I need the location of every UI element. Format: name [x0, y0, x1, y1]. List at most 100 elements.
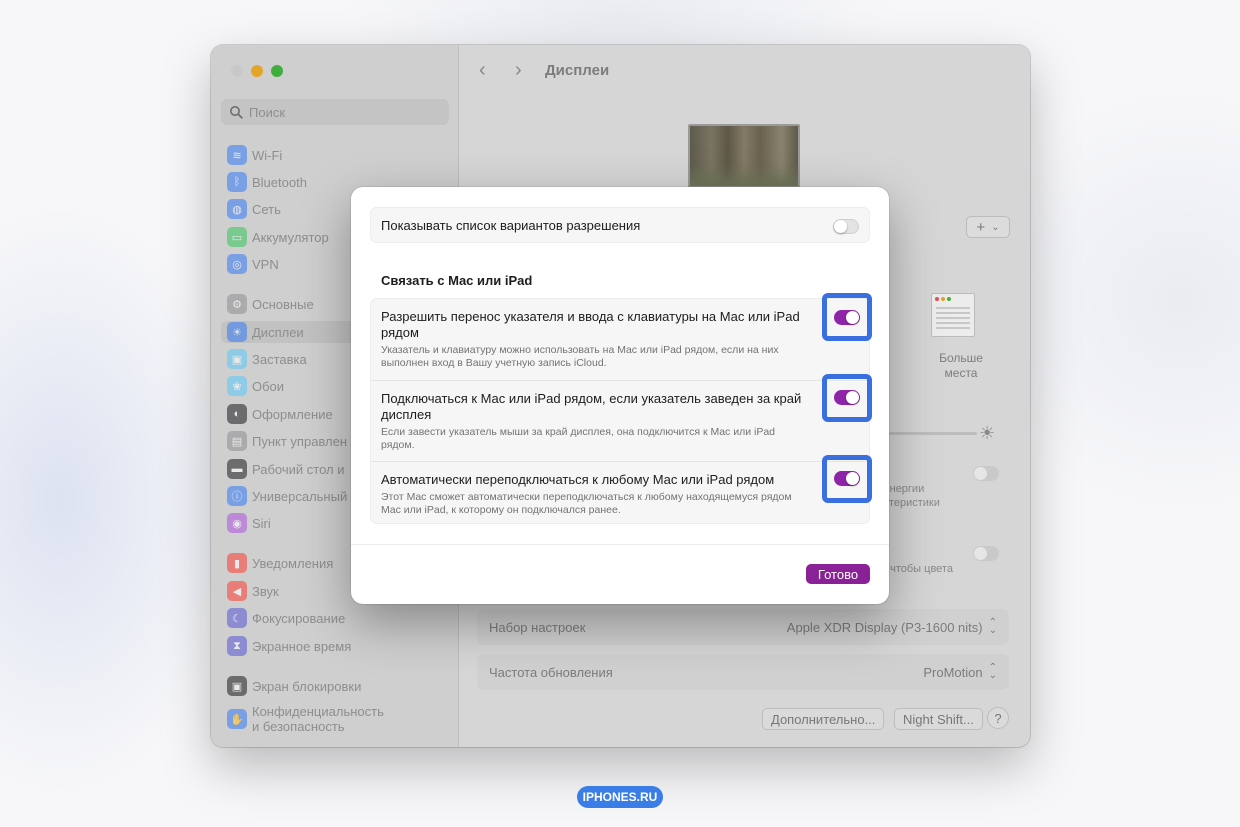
sidebar-item[interactable]: ◀ Звук	[227, 580, 279, 602]
sidebar-item[interactable]: ⚙ Основные	[227, 293, 314, 315]
back-icon[interactable]: ‹	[479, 59, 486, 82]
sidebar-item-label: Уведомления	[252, 555, 334, 571]
privacy-icon: ✋	[227, 709, 247, 729]
sidebar-item-label: Конфиденциальность и безопасность	[252, 704, 384, 734]
display-thumbnail[interactable]	[688, 124, 800, 188]
refresh-rate-label: Частота обновления	[489, 664, 613, 680]
option-title: Подключаться к Mac или iPad рядом, если …	[381, 391, 802, 422]
more-space-preview	[931, 293, 975, 337]
more-space-label: Больше места	[911, 351, 1011, 381]
show-resolutions-group: Показывать список вариантов разрешения	[370, 207, 870, 243]
preset-label: Набор настроек	[489, 619, 586, 635]
sidebar-item-label: Экран блокировки	[252, 678, 362, 694]
color-toggle[interactable]	[973, 546, 999, 561]
siri-icon: ◉	[227, 513, 247, 533]
sidebar-item-label: Bluetooth	[252, 174, 307, 190]
advanced-button[interactable]: Дополнительно...	[762, 708, 885, 730]
sidebar-item-label: Аккумулятор	[252, 229, 329, 245]
energy-partial-text: энергии ктеристики	[884, 482, 940, 510]
sidebar-item-label: Основные	[252, 296, 314, 312]
refresh-rate-select[interactable]: ProMotion ⌃ ⌄	[923, 662, 997, 681]
refresh-rate-value: ProMotion	[923, 664, 983, 680]
focus-icon: ☾	[227, 608, 247, 628]
highlight-frame	[822, 293, 872, 341]
sidebar-item-label: Рабочий стол и	[252, 461, 345, 477]
sidebar-item[interactable]: ⓘ Универсальный	[227, 485, 347, 507]
option-description: Указатель и клавиатуру можно использоват…	[381, 344, 779, 369]
preset-row[interactable]: Набор настроек Apple XDR Display (P3-160…	[477, 609, 1009, 645]
sidebar-item-label: Дисплеи	[252, 324, 304, 340]
wifi-icon: ≋	[227, 145, 247, 165]
close-button[interactable]	[231, 65, 243, 77]
sidebar-item-label: Оформление	[252, 406, 333, 422]
help-button[interactable]: ?	[987, 707, 1009, 729]
screensaver-icon: ▣	[227, 349, 247, 369]
refresh-rate-row[interactable]: Частота обновления ProMotion ⌃ ⌄	[477, 654, 1009, 690]
minimize-button[interactable]	[251, 65, 263, 77]
link-section-title: Связать с Mac или iPad	[381, 273, 533, 288]
show-resolutions-label: Показывать список вариантов разрешения	[381, 218, 641, 233]
energy-toggle[interactable]	[973, 466, 999, 481]
sidebar-item[interactable]: ◉ Siri	[227, 512, 271, 534]
sidebar-item-label: Универсальный	[252, 488, 348, 504]
search-input[interactable]: Поиск	[221, 99, 449, 125]
bluetooth-icon: ᛒ	[227, 172, 247, 192]
screen-time-icon: ⧗	[227, 636, 247, 656]
updown-chevron-icon: ⌃ ⌄	[988, 662, 997, 681]
option-row: Автоматически переподключаться к любому …	[371, 461, 869, 523]
highlight-frame	[822, 374, 872, 422]
brightness-icon: ☀	[979, 423, 996, 443]
option-title: Автоматически переподключаться к любому …	[381, 472, 775, 487]
forward-icon[interactable]: ›	[515, 59, 522, 82]
vpn-icon: ◎	[227, 254, 247, 274]
preset-select[interactable]: Apple XDR Display (P3-1600 nits) ⌃ ⌄	[787, 617, 997, 636]
brightness-slider[interactable]	[889, 432, 977, 435]
option-description: Этот Mac сможет автоматически переподклю…	[381, 491, 792, 516]
globe-icon: ◍	[227, 199, 247, 219]
more-space-label-line2: места	[944, 366, 978, 380]
sidebar-item[interactable]: ≋ Wi-Fi	[227, 144, 282, 166]
add-button-label: +	[976, 218, 986, 236]
more-space-option[interactable]: Больше места	[911, 275, 1011, 405]
control-center-icon: ▤	[227, 431, 247, 451]
sound-icon: ◀	[227, 581, 247, 601]
sidebar-item[interactable]: ▤ Пункт управлен	[227, 430, 347, 452]
sidebar-item[interactable]: ▮ Уведомления	[227, 552, 333, 574]
sidebar-item[interactable]: ✋ Конфиденциальность и безопасность	[227, 703, 384, 735]
sidebar-item[interactable]: ▬ Рабочий стол и	[227, 458, 344, 480]
battery-icon: ▭	[227, 227, 247, 247]
energy-text-line2: ктеристики	[884, 497, 940, 509]
display-options-dialog: Показывать список вариантов разрешения С…	[351, 187, 889, 604]
watermark-badge: IPHONES.RU	[577, 786, 663, 808]
sidebar-item-label: VPN	[252, 256, 279, 272]
sidebar-item-label: Сеть	[252, 201, 281, 217]
notifications-icon: ▮	[227, 553, 247, 573]
sidebar-item-label: Заставка	[252, 351, 307, 367]
sidebar-item[interactable]: ▣ Заставка	[227, 348, 307, 370]
maximize-button[interactable]	[271, 65, 283, 77]
chevron-down-icon: ⌄	[991, 221, 1000, 233]
sidebar-item-label: Фокусирование	[252, 610, 346, 626]
sidebar-item[interactable]: ⧗ Экранное время	[227, 635, 351, 657]
option-title: Разрешить перенос указателя и ввода с кл…	[381, 309, 800, 340]
sidebar-item[interactable]: ◐ Оформление	[227, 403, 333, 425]
sidebar-item[interactable]: ◎ VPN	[227, 253, 279, 275]
show-resolutions-toggle[interactable]	[833, 219, 859, 234]
search-icon	[230, 106, 243, 119]
option-description: Если завести указатель мыши за край дисп…	[381, 426, 776, 451]
sidebar-item[interactable]: ❀ Обои	[227, 375, 284, 397]
wallpaper-icon: ❀	[227, 376, 247, 396]
updown-chevron-icon: ⌃ ⌄	[988, 617, 997, 636]
add-display-button[interactable]: + ⌄	[966, 216, 1010, 238]
sidebar-item[interactable]: ▭ Аккумулятор	[227, 226, 329, 248]
sidebar-item[interactable]: ◍ Сеть	[227, 198, 281, 220]
sidebar-item[interactable]: ▣ Экран блокировки	[227, 675, 361, 697]
link-options-group: Разрешить перенос указателя и ввода с кл…	[370, 298, 870, 524]
done-button[interactable]: Готово	[806, 564, 870, 584]
option-row: Разрешить перенос указателя и ввода с кл…	[371, 299, 869, 380]
page-title: Дисплеи	[545, 62, 610, 79]
sidebar-item[interactable]: ᛒ Bluetooth	[227, 171, 307, 193]
sidebar-item[interactable]: ☾ Фокусирование	[227, 607, 345, 629]
night-shift-button[interactable]: Night Shift...	[894, 708, 983, 730]
window-controls	[231, 65, 283, 77]
